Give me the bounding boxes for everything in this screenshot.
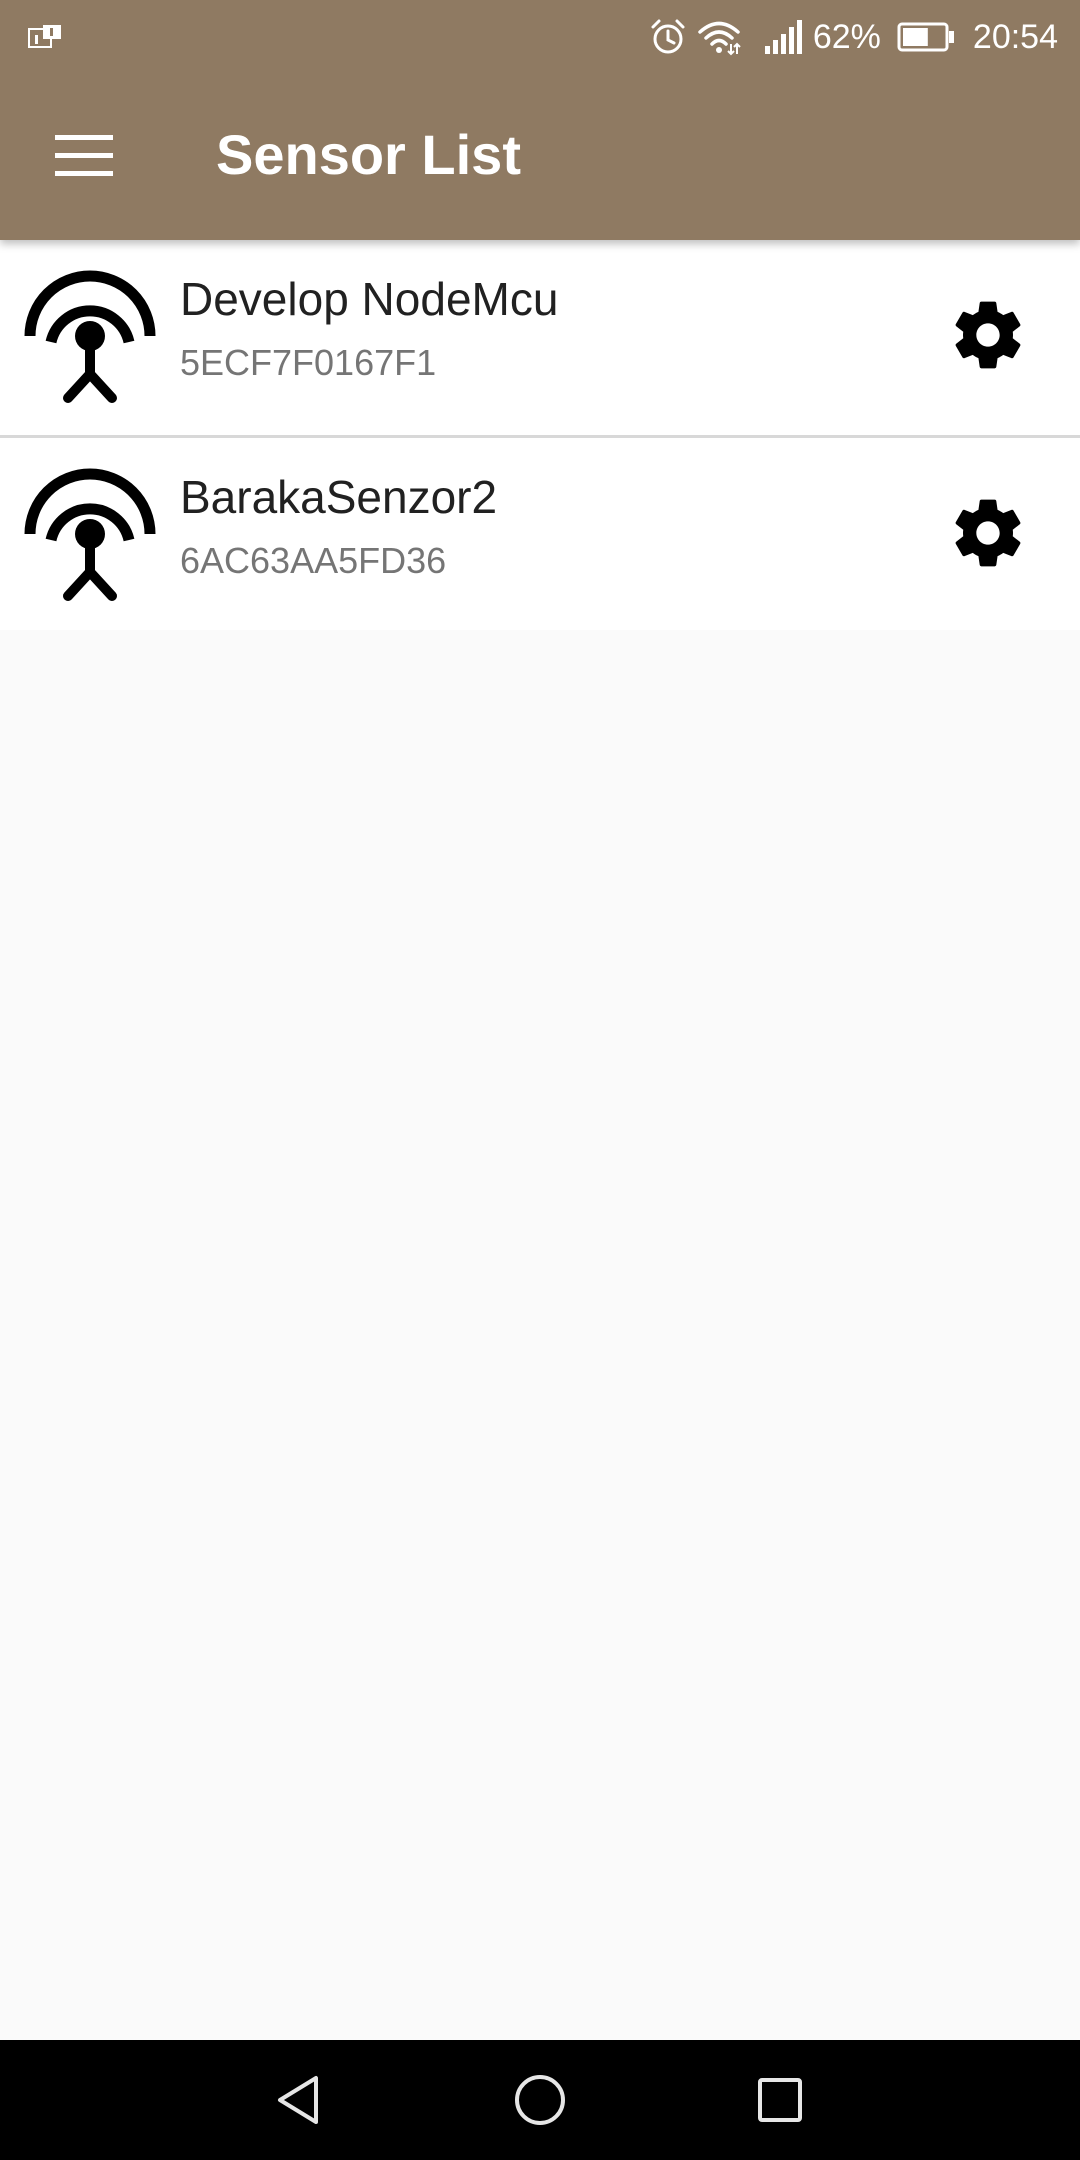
app-header: 62% 20:54 Sensor List bbox=[0, 0, 1080, 240]
home-icon bbox=[515, 2075, 565, 2125]
sensor-list-item[interactable]: BarakaSenzor2 6AC63AA5FD36 bbox=[0, 435, 1080, 630]
sim-notification-icon bbox=[28, 25, 61, 48]
sensor-name: BarakaSenzor2 bbox=[180, 471, 498, 523]
recents-button[interactable] bbox=[740, 2060, 820, 2140]
gear-icon bbox=[955, 301, 1021, 369]
sensor-list-item[interactable]: Develop NodeMcu 5ECF7F0167F1 bbox=[0, 240, 1080, 435]
menu-button[interactable] bbox=[36, 116, 132, 196]
toolbar: Sensor List bbox=[0, 74, 1080, 240]
sensor-id: 5ECF7F0167F1 bbox=[180, 342, 437, 383]
alarm-icon bbox=[651, 19, 685, 54]
sensor-id: 6AC63AA5FD36 bbox=[180, 540, 447, 581]
status-icons: 62% 20:54 bbox=[649, 14, 1058, 60]
recents-icon bbox=[758, 2078, 802, 2122]
status-bar: 62% 20:54 bbox=[0, 0, 1080, 74]
page-title: Sensor List bbox=[216, 123, 521, 186]
gear-icon bbox=[955, 499, 1021, 567]
antenna-icon bbox=[24, 468, 156, 601]
back-icon bbox=[278, 2076, 318, 2124]
wifi-icon bbox=[698, 21, 741, 56]
signal-icon bbox=[764, 20, 802, 54]
sensor-list: Develop NodeMcu 5ECF7F0167F1 BarakaSenzo… bbox=[0, 240, 1080, 630]
battery-percent: 62% bbox=[812, 18, 881, 56]
sensor-settings-button[interactable] bbox=[930, 285, 1046, 385]
clock: 20:54 bbox=[972, 18, 1058, 56]
sensor-name: Develop NodeMcu bbox=[180, 273, 559, 325]
antenna-icon bbox=[24, 270, 156, 403]
system-nav-bar bbox=[0, 2040, 1080, 2160]
back-button[interactable] bbox=[260, 2060, 340, 2140]
home-button[interactable] bbox=[500, 2060, 580, 2140]
battery-icon bbox=[897, 22, 954, 52]
hamburger-menu-icon bbox=[55, 135, 113, 176]
sensor-settings-button[interactable] bbox=[930, 483, 1046, 583]
